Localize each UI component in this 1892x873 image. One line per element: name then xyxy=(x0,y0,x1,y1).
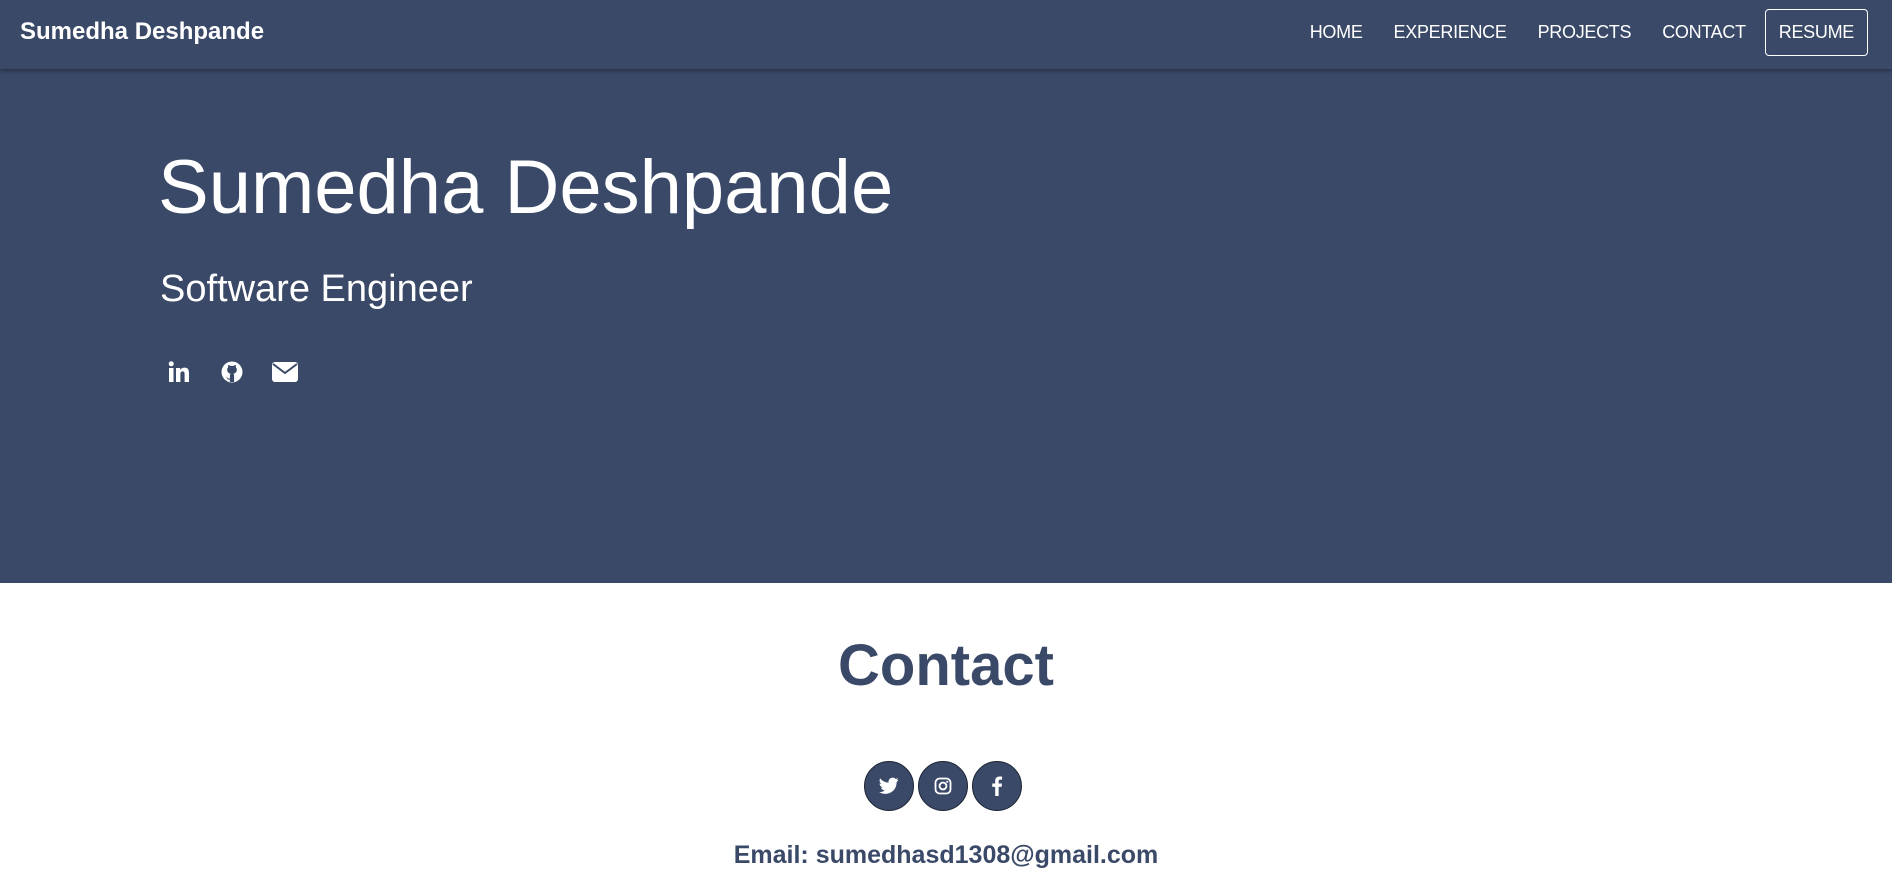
linkedin-icon xyxy=(168,361,189,382)
email-label: Email: xyxy=(733,841,809,869)
contact-heading: Contact xyxy=(838,633,1054,698)
github-link[interactable] xyxy=(219,359,245,385)
envelope-icon xyxy=(272,362,298,382)
hero-name: Sumedha Deshpande xyxy=(158,145,894,230)
github-icon xyxy=(221,361,243,383)
facebook-button[interactable] xyxy=(972,761,1022,811)
email-link[interactable] xyxy=(272,359,298,385)
twitter-button[interactable] xyxy=(864,761,914,811)
hero-section: Sumedha Deshpande Software Engineer xyxy=(0,0,1892,583)
email-address-link[interactable]: sumedhasd1308@gmail.com xyxy=(816,841,1159,869)
twitter-icon xyxy=(879,777,899,794)
contact-social-links xyxy=(864,761,1026,811)
facebook-icon xyxy=(992,776,1003,796)
nav-home[interactable]: HOME xyxy=(1310,22,1363,43)
linkedin-link[interactable] xyxy=(166,359,192,385)
navbar-brand[interactable]: Sumedha Deshpande xyxy=(20,0,264,64)
navbar: Sumedha Deshpande HOME EXPERIENCE PROJEC… xyxy=(0,0,1892,69)
nav-experience[interactable]: EXPERIENCE xyxy=(1394,22,1507,43)
nav-links: HOME EXPERIENCE PROJECTS CONTACT RESUME xyxy=(1279,8,1868,56)
instagram-button[interactable] xyxy=(918,761,968,811)
instagram-icon xyxy=(934,777,952,795)
nav-projects[interactable]: PROJECTS xyxy=(1538,22,1632,43)
hero-title: Software Engineer xyxy=(160,268,473,310)
nav-contact[interactable]: CONTACT xyxy=(1662,22,1746,43)
resume-button[interactable]: RESUME xyxy=(1764,8,1868,56)
hero-social-links xyxy=(166,359,325,385)
contact-email: Email: sumedhasd1308@gmail.com xyxy=(0,839,1892,871)
